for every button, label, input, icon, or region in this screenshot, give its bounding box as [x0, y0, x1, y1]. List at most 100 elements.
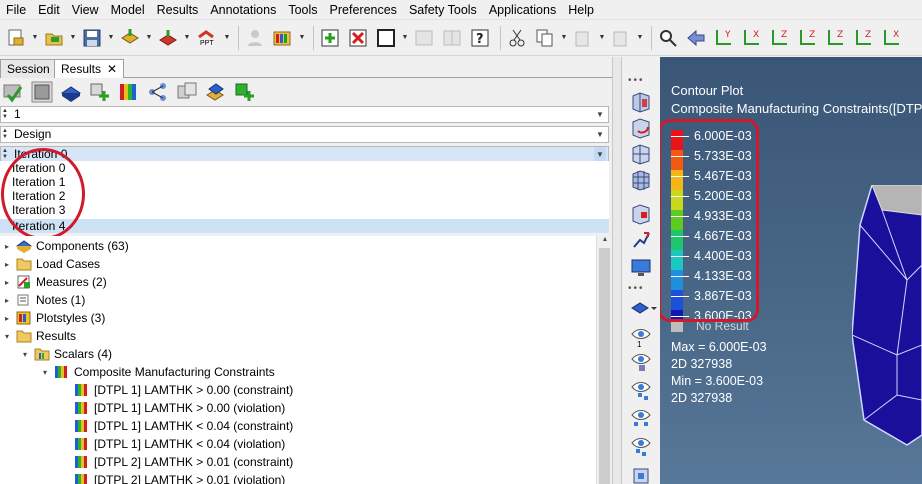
- ppt-export-icon[interactable]: PPT: [194, 26, 220, 50]
- tree-node-plotstyles[interactable]: ▸ Plotstyles (3): [2, 309, 105, 327]
- new-session-icon[interactable]: [4, 26, 28, 50]
- chevron-down-icon[interactable]: ▼: [594, 127, 606, 142]
- tensor-plot-icon[interactable]: [630, 169, 652, 191]
- tree-scrollbar[interactable]: ▲: [596, 236, 612, 484]
- scroll-up-icon[interactable]: ▲: [597, 236, 613, 248]
- export-icon[interactable]: [156, 26, 180, 50]
- menu-edit[interactable]: Edit: [32, 0, 66, 20]
- spinner-icon[interactable]: ▲ ▼: [2, 108, 11, 121]
- stacked-components-icon[interactable]: [205, 81, 227, 103]
- component-blue-icon[interactable]: [60, 81, 82, 103]
- menu-help[interactable]: Help: [562, 0, 600, 20]
- delete-page-icon[interactable]: [346, 26, 370, 50]
- iteration-option[interactable]: Iteration 0: [0, 161, 609, 175]
- menu-model[interactable]: Model: [105, 0, 151, 20]
- tree-node-result[interactable]: [DTPL 2] LAMTHK > 0.01 (constraint): [74, 453, 293, 471]
- graphics-viewport[interactable]: Contour Plot Composite Manufacturing Con…: [660, 57, 922, 484]
- tree-node-notes[interactable]: ▸ Notes (1): [2, 291, 85, 309]
- tree-node-result[interactable]: [DTPL 1] LAMTHK < 0.04 (constraint): [74, 417, 293, 435]
- copy-icon[interactable]: [533, 26, 557, 50]
- menu-annotations[interactable]: Annotations: [204, 0, 282, 20]
- import-icon[interactable]: [118, 26, 142, 50]
- tree-node-measures[interactable]: ▸ Measures (2): [2, 273, 107, 291]
- panel-splitter[interactable]: [612, 57, 622, 484]
- menu-tools[interactable]: Tools: [282, 0, 323, 20]
- expand-icon[interactable]: ▸: [2, 314, 12, 323]
- show-groups-icon[interactable]: [630, 463, 652, 484]
- spinner-icon[interactable]: ▲ ▼: [2, 148, 11, 161]
- display-mode-icon[interactable]: [630, 297, 658, 319]
- view-iso-icon[interactable]: X: [880, 26, 904, 50]
- fe-model[interactable]: [852, 185, 922, 455]
- hierarchy-icon[interactable]: [147, 81, 169, 103]
- expand-icon[interactable]: ▸: [2, 278, 12, 287]
- collapse-icon[interactable]: ▾: [20, 350, 30, 359]
- tree-node-scalars[interactable]: ▾ Scalars (4): [20, 345, 112, 363]
- user-icon[interactable]: [243, 26, 267, 50]
- view-xz-front-icon[interactable]: Z: [824, 26, 848, 50]
- tree-node-result[interactable]: [DTPL 1] LAMTHK > 0.00 (constraint): [74, 381, 293, 399]
- add-page-icon[interactable]: [318, 26, 342, 50]
- open-folder-icon[interactable]: [42, 26, 66, 50]
- ppt-dropdown-icon[interactable]: ▼: [224, 26, 231, 50]
- tree-node-cmc[interactable]: ▾ Composite Manufacturing Constraints: [40, 363, 275, 381]
- chevron-down-icon[interactable]: ▼: [594, 107, 606, 122]
- save-icon[interactable]: [80, 26, 104, 50]
- ply-plot-icon[interactable]: [630, 203, 652, 225]
- tracing-tool-icon[interactable]: [630, 229, 652, 251]
- expand-icon[interactable]: ▸: [2, 260, 12, 269]
- check-entity-icon[interactable]: [2, 81, 24, 103]
- spinner-icon[interactable]: ▲ ▼: [2, 128, 11, 141]
- layout-dropdown-icon[interactable]: ▼: [402, 26, 409, 50]
- tree-node-results[interactable]: ▾ Results: [2, 327, 76, 345]
- show-hierarchy-icon[interactable]: [630, 407, 652, 429]
- component-view-icon[interactable]: [31, 81, 53, 103]
- tree-node-load-cases[interactable]: ▸ Load Cases: [2, 255, 100, 273]
- cut-icon[interactable]: [505, 26, 529, 50]
- tab-results[interactable]: Results ✕: [54, 59, 125, 79]
- menu-view[interactable]: View: [66, 0, 105, 20]
- view-xz-back-icon[interactable]: Z: [852, 26, 876, 50]
- zoom-icon[interactable]: [656, 26, 680, 50]
- view-yz-left-icon[interactable]: Z: [768, 26, 792, 50]
- contour-tool-icon[interactable]: [630, 91, 652, 113]
- tree-node-result[interactable]: [DTPL 2] LAMTHK > 0.01 (violation): [74, 471, 285, 484]
- close-icon[interactable]: ✕: [107, 62, 117, 76]
- tree-node-result[interactable]: [DTPL 1] LAMTHK < 0.04 (violation): [74, 435, 285, 453]
- simulation-select[interactable]: ▲ ▼ Design ▼: [0, 126, 609, 143]
- color-palette-icon[interactable]: [271, 26, 295, 50]
- scroll-thumb[interactable]: [599, 248, 610, 484]
- view-xy-bottom-icon[interactable]: X: [740, 26, 764, 50]
- contour-plot-icon[interactable]: [118, 81, 140, 103]
- tab-session[interactable]: Session: [0, 59, 57, 78]
- deformed-shape-icon[interactable]: [630, 117, 652, 139]
- tree-node-result[interactable]: [DTPL 1] LAMTHK > 0.00 (violation): [74, 399, 285, 417]
- open-dropdown-icon[interactable]: ▼: [70, 26, 77, 50]
- add-component-icon[interactable]: [89, 81, 111, 103]
- show-elements-icon[interactable]: [630, 351, 652, 373]
- expand-icon[interactable]: ▸: [2, 296, 12, 305]
- tree-node-components[interactable]: ▸ Components (63): [2, 237, 129, 255]
- menu-results[interactable]: Results: [151, 0, 205, 20]
- new-dropdown-icon[interactable]: ▼: [32, 26, 39, 50]
- menu-applications[interactable]: Applications: [483, 0, 562, 20]
- copy-dropdown-icon[interactable]: ▼: [561, 26, 568, 50]
- menu-safety-tools[interactable]: Safety Tools: [403, 0, 483, 20]
- expand-icon[interactable]: ▸: [2, 242, 12, 251]
- save-dropdown-icon[interactable]: ▼: [108, 26, 115, 50]
- iteration-option[interactable]: Iteration 1: [0, 175, 609, 189]
- monitor-icon[interactable]: [630, 257, 652, 279]
- add-group-icon[interactable]: [234, 81, 256, 103]
- gray-blocks-icon[interactable]: [176, 81, 198, 103]
- collapse-icon[interactable]: ▾: [40, 368, 50, 377]
- subcase-select[interactable]: ▲ ▼ 1 ▼: [0, 106, 609, 123]
- page-layout-icon[interactable]: [374, 26, 398, 50]
- menu-preferences[interactable]: Preferences: [324, 0, 403, 20]
- menu-file[interactable]: File: [0, 0, 32, 20]
- chevron-down-icon[interactable]: ▼: [594, 147, 606, 162]
- help-page-icon[interactable]: ?: [468, 26, 492, 50]
- show-tree-icon[interactable]: [630, 379, 652, 401]
- view-xy-top-icon[interactable]: Y: [712, 26, 736, 50]
- palette-dropdown-icon[interactable]: ▼: [299, 26, 306, 50]
- export-dropdown-icon[interactable]: ▼: [184, 26, 191, 50]
